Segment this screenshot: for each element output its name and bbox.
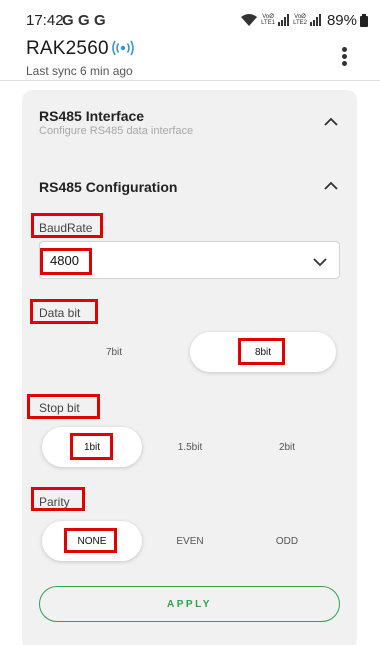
config-section-title: RS485 Configuration — [39, 179, 178, 195]
data-bit-option-7bit[interactable]: 7bit — [39, 332, 189, 372]
parity-option-odd[interactable]: ODD — [237, 521, 337, 561]
status-time: 17:42 — [26, 12, 64, 29]
data-bit-selected-highlight — [238, 338, 285, 365]
device-title: RAK2560 — [26, 38, 109, 59]
header-divider — [0, 80, 380, 81]
broadcast-icon — [112, 40, 134, 56]
data-bit-label-highlight — [30, 299, 98, 324]
wifi-icon — [241, 14, 258, 26]
stop-bit-selected-highlight — [70, 433, 113, 460]
battery-icon — [360, 13, 368, 27]
data-bit-selector: 7bit 8bit — [39, 332, 340, 372]
google-icon: G — [62, 12, 74, 29]
signal-icon — [278, 14, 290, 26]
chevron-down-icon — [313, 258, 327, 267]
status-indicators: VoØ LTE1 VoØ LTE2 89% — [240, 10, 368, 30]
app-header: RAK2560 Last sync 6 min ago — [0, 36, 380, 80]
more-vert-icon[interactable] — [337, 46, 351, 68]
parity-label-highlight — [31, 487, 85, 511]
chevron-up-icon[interactable] — [324, 117, 338, 127]
parity-selected-highlight — [64, 528, 117, 553]
chevron-up-icon[interactable] — [324, 181, 338, 191]
apply-button[interactable]: APPLY — [39, 586, 340, 622]
interface-section-subtitle: Configure RS485 data interface — [39, 125, 194, 137]
sim1-label: VoØ LTE1 — [261, 14, 276, 26]
google-icon: G — [78, 12, 90, 29]
sim2-label: VoØ LTE2 — [293, 14, 307, 26]
stop-bit-label-highlight — [27, 394, 100, 419]
settings-card: RS485 Interface Configure RS485 data int… — [22, 90, 357, 645]
stop-bit-option-2bit[interactable]: 2bit — [237, 427, 337, 467]
stop-bit-option-1-5bit[interactable]: 1.5bit — [140, 427, 240, 467]
parity-option-even[interactable]: EVEN — [140, 521, 240, 561]
baudrate-label-highlight — [31, 213, 103, 238]
status-bar: 17:42 G G G VoØ LTE1 VoØ LTE2 89% — [0, 0, 380, 36]
baudrate-value-highlight — [40, 248, 92, 275]
signal-icon — [309, 14, 321, 26]
google-icon: G — [94, 12, 106, 29]
battery-percent: 89% — [326, 11, 357, 29]
interface-section-title: RS485 Interface — [39, 108, 145, 124]
last-sync-text: Last sync 6 min ago — [26, 64, 133, 78]
